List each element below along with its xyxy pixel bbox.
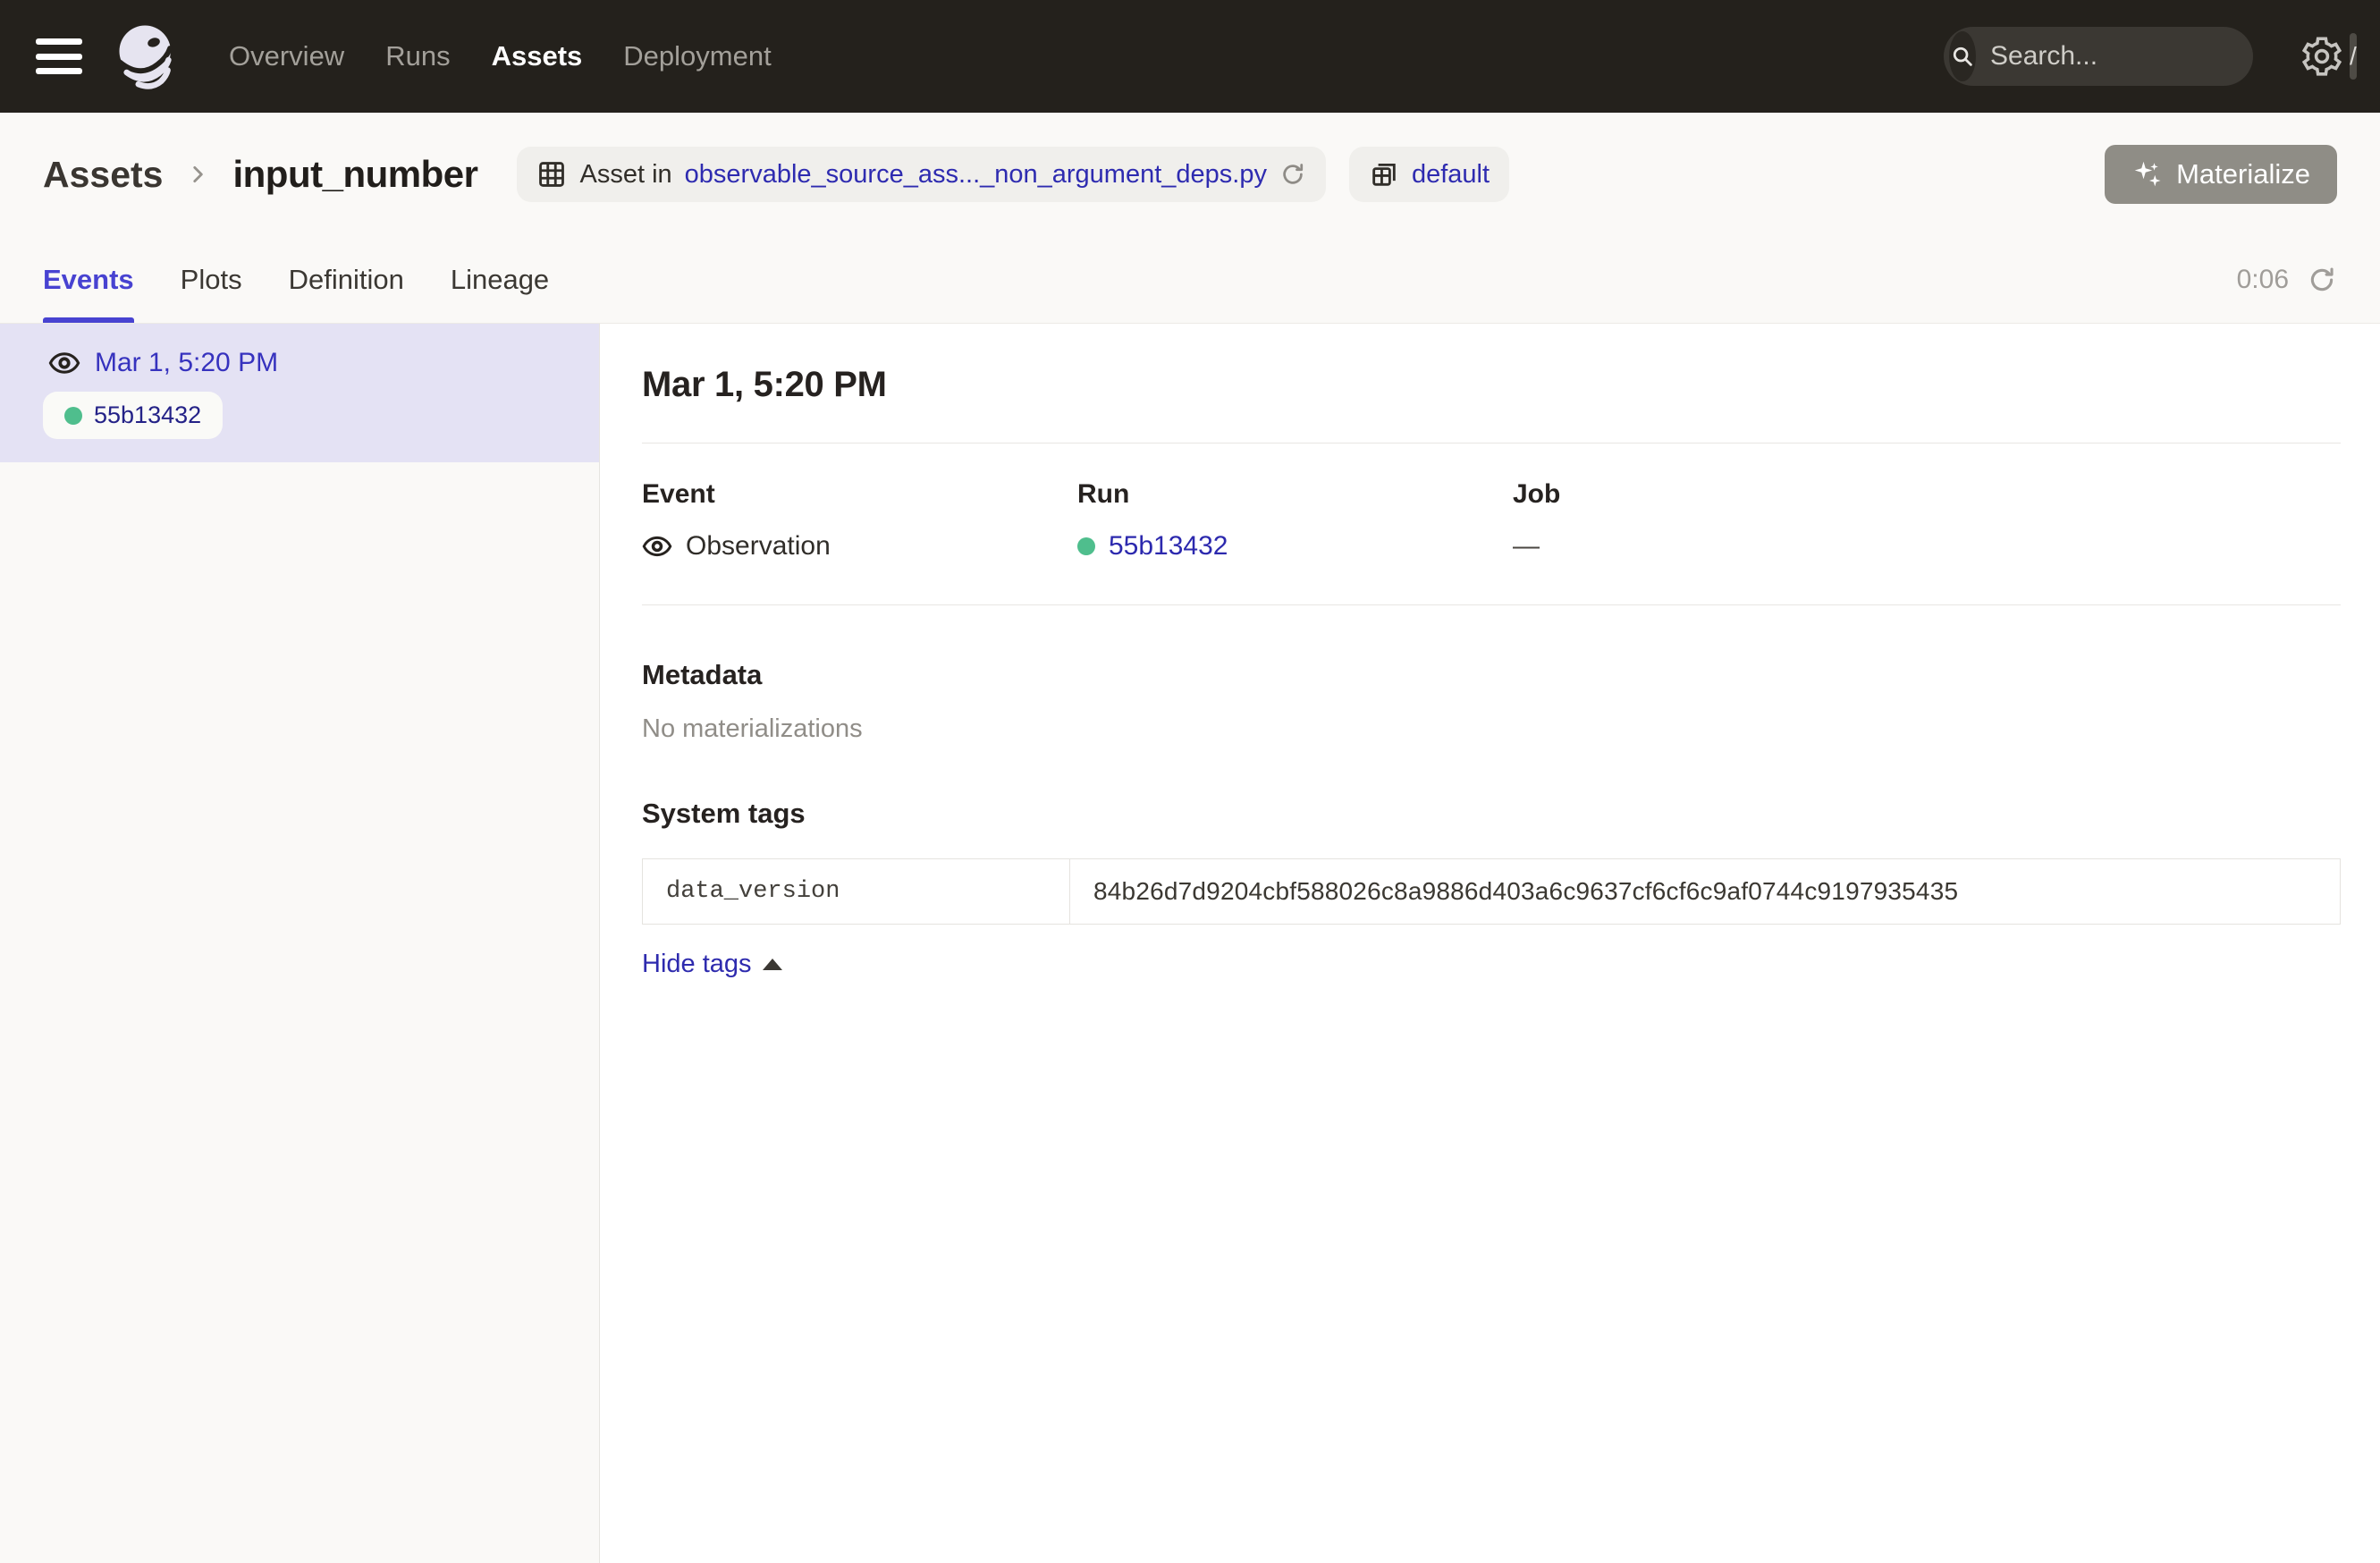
refresh-countdown: 0:06 [2237, 265, 2289, 295]
asset-definition-chip: Asset in observable_source_ass..._non_ar… [517, 147, 1326, 202]
search-input[interactable] [1976, 41, 2350, 72]
event-list-item-selected[interactable]: Mar 1, 5:20 PM 55b13432 [0, 324, 599, 462]
event-column-header: Event [642, 479, 1077, 510]
metadata-heading: Metadata [642, 659, 2341, 691]
repository-chip[interactable]: default [1349, 147, 1509, 202]
tabs-row: Events Plots Definition Lineage 0:06 [0, 236, 2380, 324]
run-badge[interactable]: 55b13432 [43, 392, 223, 439]
primary-nav: Overview Runs Assets Deployment [229, 40, 772, 72]
tab-definition[interactable]: Definition [289, 236, 404, 323]
caret-up-icon [763, 959, 782, 970]
search-shortcut-key: / [2350, 33, 2357, 80]
event-timestamp: Mar 1, 5:20 PM [95, 348, 278, 378]
reload-definition-icon[interactable] [1279, 161, 1306, 188]
materialize-label: Materialize [2176, 158, 2310, 190]
event-type-value: Observation [686, 531, 831, 562]
run-id: 55b13432 [94, 401, 201, 429]
asset-chip-prefix: Asset in [579, 160, 671, 190]
search-box[interactable]: / [1944, 27, 2253, 86]
settings-gear-icon[interactable] [2300, 34, 2344, 79]
divider [642, 604, 2341, 605]
observation-eye-icon [48, 347, 80, 379]
nav-item-overview[interactable]: Overview [229, 40, 344, 72]
system-tags-heading: System tags [642, 798, 2341, 830]
hide-tags-link[interactable]: Hide tags [642, 950, 782, 979]
events-sidebar: Mar 1, 5:20 PM 55b13432 [0, 324, 600, 1563]
run-status-dot [1077, 537, 1095, 555]
tab-lineage[interactable]: Lineage [451, 236, 549, 323]
observation-eye-icon [642, 531, 672, 562]
asset-header-row: Assets input_number Asset in observable_… [0, 113, 2380, 236]
run-status-dot [64, 407, 82, 425]
chevron-right-icon [186, 163, 209, 186]
nav-item-runs[interactable]: Runs [385, 40, 450, 72]
tab-events[interactable]: Events [43, 236, 134, 323]
sparkles-icon [2131, 158, 2164, 190]
event-detail-panel: Mar 1, 5:20 PM Event Observation Run [600, 324, 2380, 1563]
hide-tags-label: Hide tags [642, 950, 752, 979]
materialize-button[interactable]: Materialize [2105, 145, 2337, 204]
hamburger-menu-icon[interactable] [36, 38, 82, 74]
nav-item-assets[interactable]: Assets [492, 40, 583, 72]
job-column-header: Job [1513, 479, 2341, 510]
nav-item-deployment[interactable]: Deployment [623, 40, 771, 72]
tag-value-cell: 84b26d7d9204cbf588026c8a9886d403a6c9637c… [1070, 859, 2340, 924]
run-column-header: Run [1077, 479, 1513, 510]
table-grid-icon [536, 159, 567, 190]
run-id-link[interactable]: 55b13432 [1109, 531, 1228, 562]
tab-plots[interactable]: Plots [181, 236, 242, 323]
system-tags-table: data_version 84b26d7d9204cbf588026c8a988… [642, 858, 2341, 925]
repository-name[interactable]: default [1412, 160, 1490, 190]
divider [642, 443, 2341, 444]
breadcrumb-assets-link[interactable]: Assets [43, 154, 163, 196]
top-nav: Overview Runs Assets Deployment / [0, 0, 2380, 113]
page-title: input_number [232, 153, 477, 196]
search-icon [1949, 31, 1976, 81]
tag-key-cell: data_version [643, 859, 1070, 924]
repository-icon [1369, 159, 1399, 190]
dagster-logo[interactable] [109, 20, 182, 93]
metadata-empty-note: No materializations [642, 714, 2341, 744]
refresh-icon[interactable] [2307, 265, 2337, 295]
asset-file-link[interactable]: observable_source_ass..._non_argument_de… [685, 160, 1267, 190]
job-empty-value: — [1513, 531, 1540, 562]
event-detail-title: Mar 1, 5:20 PM [642, 365, 2341, 405]
